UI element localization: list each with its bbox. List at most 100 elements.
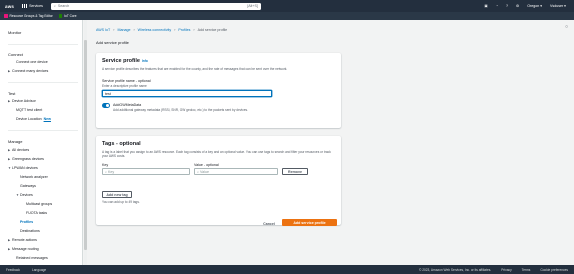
value-placeholder: Value [200, 169, 209, 174]
favorite-resource-groups[interactable]: Resource Groups & Tag Editor [4, 14, 53, 18]
tag-value-label: Value - optional [194, 163, 219, 167]
sidebar-section-test: Test [8, 91, 16, 96]
sidebar-item-mqtt-test-client[interactable]: MQTT test client [16, 108, 42, 112]
language-link[interactable]: Language [32, 268, 46, 272]
search-input[interactable]: ⌕ Search [Alt+S] [50, 2, 261, 10]
sidebar-section-connect: Connect [8, 52, 23, 57]
sidebar-item-all-devices[interactable]: ▶ All devices [8, 148, 29, 152]
sidebar-item-greengrass-devices[interactable]: ▶ Greengrass devices [8, 157, 44, 161]
gear-icon[interactable]: ⚙ [516, 4, 519, 8]
sidebar-item-destinations[interactable]: Destinations [20, 229, 40, 233]
grid-icon [22, 3, 27, 9]
card-title-text: Service profile [102, 58, 140, 64]
tag-limit-text: You can add up to 49 tags. [102, 200, 140, 204]
tags-heading: Tags - optional [102, 141, 141, 147]
favorite-iot-core[interactable]: IoT Core [58, 14, 77, 18]
sidebar-section-monitor[interactable]: Monitor [8, 30, 21, 35]
new-badge: New [43, 117, 51, 121]
breadcrumb: AWS IoT › Manage › Wireless connectivity… [96, 28, 227, 32]
circle-icon[interactable]: ○ [565, 24, 568, 30]
aws-logo[interactable]: aws [5, 4, 14, 9]
bell-icon[interactable]: ◔ [496, 4, 498, 8]
sidebar-item-gateways[interactable]: Gateways [20, 184, 36, 188]
services-label: Services [29, 4, 43, 8]
iot-core-icon [58, 14, 63, 18]
sidebar-item-label: Devices [20, 193, 33, 197]
sidebar-item-network-analyzer[interactable]: Network analyzer [20, 175, 48, 179]
sidebar: Monitor Connect Connect one device ▶ Conn… [0, 20, 83, 265]
sidebar-item-label: Device Advisor [12, 99, 36, 103]
service-profile-name-label: Service profile name - optional [102, 79, 151, 83]
add-new-tag-button[interactable]: Add new tag [102, 191, 132, 198]
search-icon: ⌕ [53, 4, 56, 8]
resource-groups-icon [4, 14, 8, 18]
region-selector[interactable]: Oregon ▾ [527, 4, 542, 8]
toggle-description: Add additional gateway metadata (RSSI, S… [113, 108, 249, 112]
tags-card: Tags - optional A tag is a label that yo… [96, 136, 341, 225]
sidebar-item-lpwan-devices[interactable]: ▼LPWAN devices [8, 166, 38, 170]
page-scrollbar[interactable]: ○ [562, 20, 574, 265]
service-profile-name-hint: Enter a descriptive profile name [102, 84, 147, 88]
breadcrumb-wireless-connectivity[interactable]: Wireless connectivity [138, 28, 172, 32]
chevron-right-icon: › [133, 28, 135, 32]
divider [8, 130, 78, 131]
info-link[interactable]: Info [142, 59, 148, 63]
search-placeholder: Search [57, 4, 70, 8]
add-gw-metadata-toggle[interactable] [102, 103, 110, 108]
sidebar-item-label: Greengrass devices [12, 157, 44, 161]
sidebar-item-label: Message routing [12, 247, 39, 251]
copyright-text: © 2023, Amazon Web Services, Inc. or its… [419, 267, 492, 272]
sidebar-item-label: LPWAN devices [12, 166, 38, 170]
tags-description: A tag is a label that you assign to an A… [102, 150, 331, 159]
terms-link[interactable]: Terms [522, 268, 531, 272]
divider [8, 44, 78, 45]
service-profile-heading: Service profile Info [102, 58, 148, 64]
tag-value-input[interactable]: ⌕ Value [194, 168, 278, 175]
top-right-controls: ▣ ◔ ? ⚙ Oregon ▾ Vsduser ▾ [484, 4, 566, 8]
cookie-preferences-link[interactable]: Cookie preferences [540, 268, 568, 272]
sidebar-scrollbar[interactable] [84, 20, 87, 265]
sidebar-item-device-location[interactable]: Device Location New [16, 117, 51, 121]
sidebar-item-profiles[interactable]: Profiles [20, 220, 33, 224]
chevron-right-icon: › [113, 28, 115, 32]
sidebar-item-fuota-tasks[interactable]: FUOTA tasks [26, 211, 47, 215]
service-profile-card: Service profile Info A service profile de… [96, 53, 341, 128]
privacy-link[interactable]: Privacy [501, 268, 511, 272]
toggle-label: AddGWMetaData [113, 103, 142, 107]
sidebar-item-label: Device Location [16, 117, 42, 121]
breadcrumb-current: Add service profile [197, 28, 228, 32]
page-title: Add service profile [96, 40, 129, 45]
sidebar-item-message-routing[interactable]: ▶ Message routing [8, 247, 39, 251]
tag-key-input[interactable]: ⌕ Key [102, 168, 190, 175]
remove-tag-button[interactable]: Remove [282, 168, 308, 175]
breadcrumb-manage[interactable]: Manage [117, 28, 130, 32]
breadcrumb-aws-iot[interactable]: AWS IoT [96, 28, 110, 32]
main-content: AWS IoT › Manage › Wireless connectivity… [90, 20, 560, 265]
favorite-label: IoT Core [64, 14, 77, 18]
tag-key-label: Key [102, 163, 109, 167]
sidebar-item-label: Remote actions [12, 238, 37, 242]
breadcrumb-profiles[interactable]: Profiles [178, 28, 190, 32]
help-icon[interactable]: ? [506, 4, 508, 8]
add-service-profile-button[interactable]: Add service profile [282, 219, 337, 226]
favorite-label: Resource Groups & Tag Editor [9, 14, 53, 18]
sidebar-item-remote-actions[interactable]: ▶ Remote actions [8, 238, 37, 242]
sidebar-item-label: All devices [12, 148, 30, 152]
sidebar-item-devices[interactable]: ▼Devices [16, 193, 33, 197]
search-shortcut: [Alt+S] [247, 4, 258, 8]
sidebar-item-connect-one-device[interactable]: Connect one device [16, 60, 48, 64]
sidebar-item-connect-many-devices[interactable]: ▶ Connect many devices [8, 69, 48, 73]
services-menu-button[interactable]: Services [22, 3, 43, 9]
top-navigation-bar: aws Services ⌕ Search [Alt+S] ▣ ◔ ? ⚙ Or… [0, 0, 574, 12]
cancel-button[interactable]: Cancel [260, 220, 278, 227]
sidebar-item-retained-messages[interactable]: Retained messages [16, 256, 48, 260]
scrollbar-thumb[interactable] [84, 40, 87, 250]
service-profile-name-input[interactable]: test [102, 90, 272, 97]
cloudshell-icon[interactable]: ▣ [484, 4, 487, 8]
sidebar-section-manage: Manage [8, 139, 23, 144]
sidebar-item-device-advisor[interactable]: ▶ Device Advisor [8, 99, 36, 103]
sidebar-item-multicast-groups[interactable]: Multicast groups [26, 202, 52, 206]
account-menu[interactable]: Vsduser ▾ [550, 4, 566, 8]
feedback-link[interactable]: Feedback [6, 268, 20, 272]
chevron-right-icon: › [193, 28, 195, 32]
